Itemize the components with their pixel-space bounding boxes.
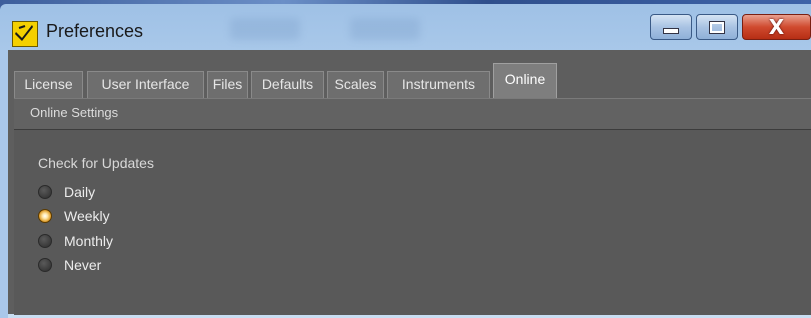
radio-option-weekly[interactable]: Weekly [38,205,110,227]
tab-instruments[interactable]: Instruments [387,71,490,98]
tab-defaults[interactable]: Defaults [251,71,324,98]
maximize-icon [709,20,725,34]
tab-online[interactable]: Online [493,63,557,98]
radio-label: Never [64,257,102,273]
online-settings-panel: Online Settings Check for Updates Daily … [14,98,811,315]
preferences-dialog: License User Interface Files Defaults Sc… [8,50,811,315]
radio-option-monthly[interactable]: Monthly [38,230,113,252]
app-logo-icon [12,21,38,47]
close-button[interactable]: X [742,14,811,40]
window-frame-left [0,50,8,318]
radio-button[interactable] [38,185,52,199]
title-background-blur [350,18,420,40]
minimize-button[interactable] [650,14,692,40]
check-for-updates-label: Check for Updates [38,155,154,171]
window-title: Preferences [46,21,144,41]
radio-label: Weekly [64,208,110,224]
radio-button[interactable] [38,258,52,272]
close-icon: X [768,15,785,39]
tab-user-interface[interactable]: User Interface [87,71,204,98]
minimize-icon [663,28,679,34]
title-background-blur [230,18,300,40]
section-header: Online Settings [14,99,811,130]
maximize-button[interactable] [696,14,738,40]
tab-license[interactable]: License [14,71,83,98]
radio-label: Monthly [64,233,114,249]
tab-scales[interactable]: Scales [327,71,384,98]
radio-button[interactable] [38,234,52,248]
radio-option-never[interactable]: Never [38,254,101,276]
tab-files[interactable]: Files [207,71,248,98]
title-bar[interactable]: Preferences X [0,4,811,56]
radio-button-checked[interactable] [38,209,52,223]
radio-label: Daily [64,184,96,200]
radio-option-daily[interactable]: Daily [38,181,95,203]
tab-bar: License User Interface Files Defaults Sc… [8,50,811,98]
section-title: Online Settings [30,105,119,120]
